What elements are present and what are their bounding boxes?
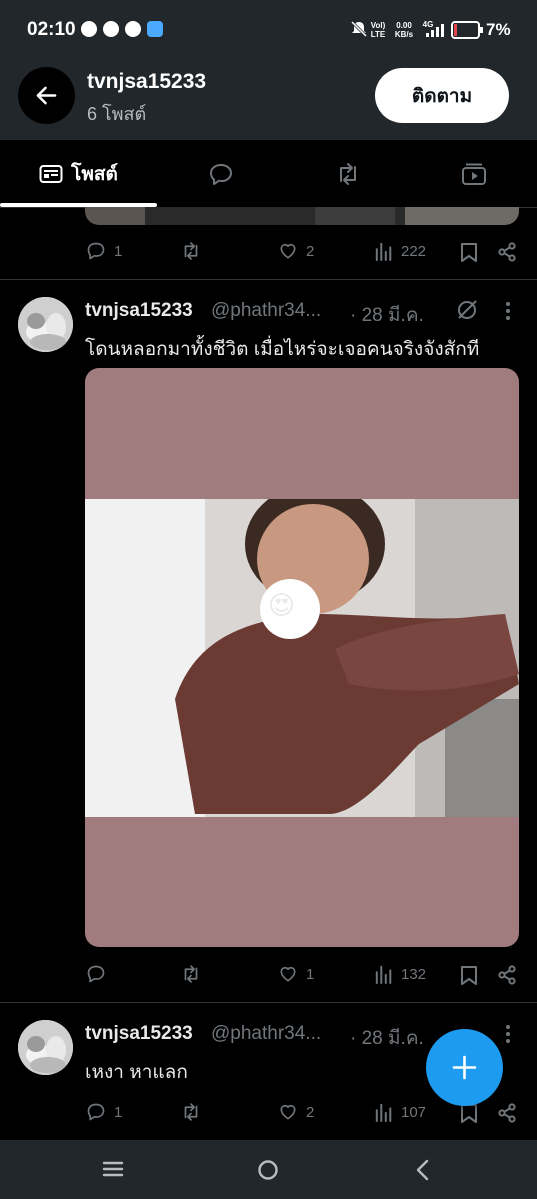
post-author-handle[interactable]: @phathr34... [211, 300, 321, 322]
post-divider [0, 1002, 537, 1003]
reply-count: 1 [114, 242, 123, 260]
share-icon[interactable] [497, 1103, 517, 1123]
media-icon [462, 163, 486, 185]
photo-image [85, 499, 519, 817]
reposts-icon [339, 162, 356, 185]
profile-tabs: โพสต์ [0, 140, 537, 208]
notification-app-icon [81, 21, 97, 37]
post-divider [0, 279, 537, 280]
follow-button[interactable]: ติดตาม [375, 68, 509, 123]
back-button[interactable] [18, 67, 75, 124]
share-icon[interactable] [497, 965, 517, 985]
repost-button[interactable] [180, 1102, 210, 1122]
like-button[interactable]: 2 [278, 241, 314, 261]
views-icon [375, 242, 392, 261]
recent-apps-icon[interactable] [102, 1160, 124, 1178]
speed-value: 0.00 [396, 21, 412, 30]
profile-name: tvnjsa15233 [87, 70, 207, 93]
system-nav-bar [0, 1140, 537, 1199]
reply-button[interactable]: 1 [86, 241, 122, 261]
speed-unit: KB/s [394, 30, 414, 39]
tab-posts-label: โพสต์ [71, 163, 118, 185]
home-icon[interactable] [257, 1159, 279, 1181]
reply-button[interactable]: 1 [86, 1102, 122, 1122]
repost-icon [184, 242, 198, 260]
repost-button[interactable] [180, 241, 210, 261]
posts-icon [39, 164, 63, 183]
mute-bell-icon [350, 20, 368, 38]
avatar[interactable] [18, 297, 73, 352]
back-nav-icon[interactable] [414, 1158, 430, 1182]
bookmark-icon[interactable] [460, 1103, 478, 1123]
post-media[interactable]: 😍 [85, 368, 519, 947]
post-count: 6 โพสต์ [87, 104, 147, 124]
reply-button[interactable] [86, 964, 114, 984]
post-text: โดนหลอกมาทั้งชีวิต เมื่อไหร่จะเจอคนจริงจ… [85, 339, 480, 360]
like-button[interactable]: 1 [278, 964, 314, 984]
post-media-partial[interactable] [85, 207, 519, 225]
volte-top: Vol) [370, 21, 386, 30]
post-author-name[interactable]: tvnjsa15233 [85, 300, 193, 322]
emoji-sticker: 😍 [268, 590, 296, 620]
repost-icon [184, 1103, 198, 1121]
battery-percent: 7% [486, 20, 511, 39]
reply-count: 1 [114, 1103, 123, 1121]
view-count: 132 [401, 965, 427, 983]
view-count: 222 [401, 242, 427, 260]
tab-replies[interactable] [157, 140, 284, 207]
post-text: เหงา หาแลก [85, 1062, 188, 1083]
profile-header: tvnjsa15233 6 โพสต์ ติดตาม [0, 60, 537, 140]
messenger-icon [147, 21, 163, 37]
heart-icon [280, 1104, 296, 1120]
tab-reposts[interactable] [284, 140, 411, 207]
avatar-image [18, 297, 73, 352]
compose-post-button[interactable] [426, 1029, 503, 1106]
views-icon [375, 965, 392, 984]
plus-icon [452, 1055, 477, 1080]
reply-icon [87, 1103, 105, 1121]
views-icon [375, 1103, 392, 1122]
status-time: 02:10 [27, 19, 76, 40]
reply-icon [87, 242, 105, 260]
post-author-name[interactable]: tvnjsa15233 [85, 1023, 193, 1045]
bookmark-icon[interactable] [460, 242, 478, 262]
post-date: · 28 มี.ค. [350, 1028, 424, 1049]
heart-icon [280, 243, 296, 259]
status-bar: 02:10 Vol) LTE 0.00 KB/s 4G 7% [0, 0, 537, 60]
pinterest-icon [103, 21, 119, 37]
heart-icon [280, 966, 296, 982]
like-count: 2 [306, 1103, 315, 1121]
tab-media[interactable] [411, 140, 537, 207]
tab-posts[interactable]: โพสต์ [0, 140, 157, 207]
like-count: 1 [306, 965, 315, 983]
post-author-handle[interactable]: @phathr34... [211, 1023, 321, 1045]
repost-icon [184, 965, 198, 983]
post-date: · 28 มี.ค. [350, 305, 424, 326]
like-count: 2 [306, 242, 315, 260]
more-options-icon[interactable] [505, 1024, 511, 1044]
bookmark-icon[interactable] [460, 965, 478, 985]
avatar[interactable] [18, 1020, 73, 1075]
like-button[interactable]: 2 [278, 1102, 314, 1122]
battery-icon [451, 21, 483, 39]
views-button[interactable]: 132 [375, 964, 426, 984]
view-count: 107 [401, 1103, 427, 1121]
avatar-image [18, 1020, 73, 1075]
share-icon[interactable] [497, 242, 517, 262]
reply-icon [87, 965, 105, 983]
views-button[interactable]: 222 [375, 241, 426, 261]
arrow-left-icon [36, 86, 57, 105]
grok-icon[interactable] [456, 299, 478, 321]
views-button[interactable]: 107 [375, 1102, 426, 1122]
facebook-icon [125, 21, 141, 37]
signal-icon [426, 24, 444, 37]
volte-bottom: LTE [370, 30, 386, 39]
repost-button[interactable] [180, 964, 210, 984]
more-options-icon[interactable] [505, 301, 511, 321]
replies-icon [209, 163, 232, 185]
